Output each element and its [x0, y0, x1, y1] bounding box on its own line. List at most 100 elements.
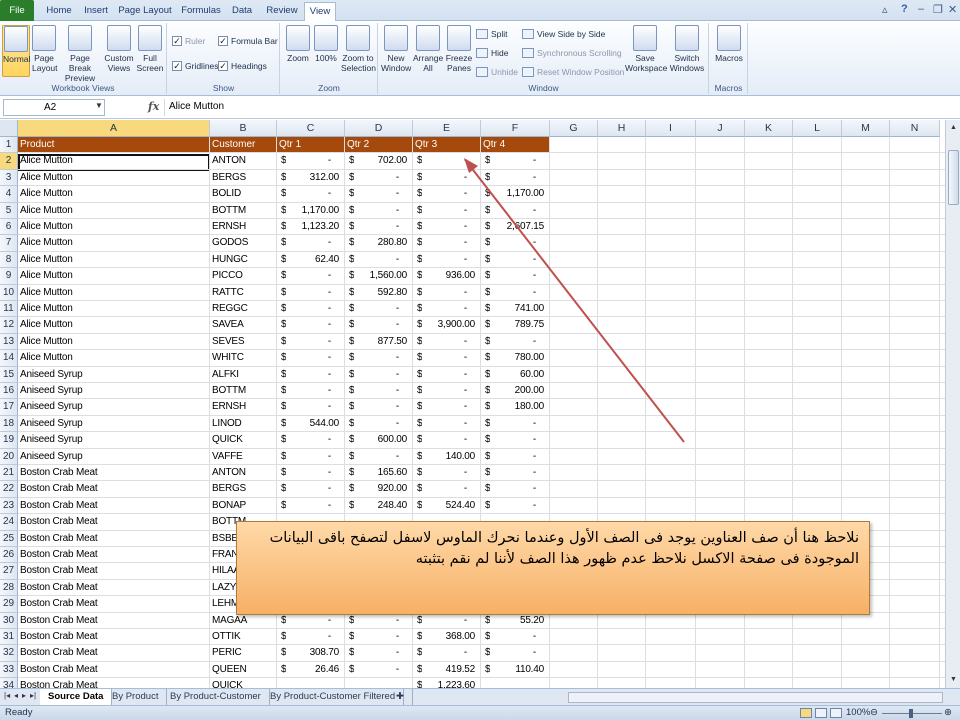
table-cell[interactable]: -	[413, 235, 467, 251]
first-sheet-icon[interactable]: |◂	[4, 691, 10, 700]
table-cell[interactable]: Boston Crab Meat	[20, 563, 209, 579]
tab-file[interactable]: File	[0, 0, 34, 21]
table-cell[interactable]: -	[345, 416, 399, 432]
table-cell[interactable]: -	[481, 235, 536, 251]
row-header-21[interactable]: 21	[0, 465, 18, 482]
table-cell[interactable]: -	[413, 285, 467, 301]
table-cell[interactable]: -	[481, 449, 536, 465]
column-header-a[interactable]: A	[18, 120, 210, 137]
save-workspace-button[interactable]: Save Workspace	[625, 25, 667, 73]
table-cell[interactable]: Boston Crab Meat	[20, 498, 209, 514]
row-header-12[interactable]: 12	[0, 317, 18, 334]
table-cell[interactable]: PICCO	[212, 268, 276, 284]
row-header-9[interactable]: 9	[0, 268, 18, 285]
close-icon[interactable]: ✕	[948, 3, 957, 16]
table-cell[interactable]: ANTON	[212, 465, 276, 481]
table-cell[interactable]: -	[413, 383, 467, 399]
zoom-level[interactable]: 100%	[846, 707, 870, 718]
table-cell[interactable]: -	[481, 268, 536, 284]
table-cell[interactable]: -	[277, 465, 331, 481]
synchronous-scrolling-button[interactable]: Synchronous Scrolling	[522, 48, 622, 58]
table-cell[interactable]: Aniseed Syrup	[20, 449, 209, 465]
table-cell[interactable]: 140.00	[413, 449, 475, 465]
name-box-dropdown-icon[interactable]: ▼	[95, 101, 103, 110]
table-cell[interactable]: -	[413, 153, 467, 169]
table-cell[interactable]: Aniseed Syrup	[20, 416, 209, 432]
table-cell[interactable]: -	[345, 252, 399, 268]
table-cell[interactable]: Aniseed Syrup	[20, 383, 209, 399]
arrange-all-button[interactable]: Arrange All	[413, 25, 443, 73]
column-header-i[interactable]: I	[646, 120, 696, 137]
table-cell[interactable]: 544.00	[277, 416, 339, 432]
horizontal-scrollbar[interactable]	[568, 692, 943, 703]
table-cell[interactable]: Boston Crab Meat	[20, 481, 209, 497]
table-cell[interactable]: SEVES	[212, 334, 276, 350]
table-cell[interactable]: -	[481, 432, 536, 448]
table-cell[interactable]: -	[277, 334, 331, 350]
table-cell[interactable]: 419.52	[413, 662, 475, 678]
table-cell[interactable]: 780.00	[481, 350, 544, 366]
table-cell[interactable]: ERNSH	[212, 399, 276, 415]
row-header-22[interactable]: 22	[0, 481, 18, 498]
table-cell[interactable]: 1,170.00	[481, 186, 544, 202]
view-side-by-side-button[interactable]: View Side by Side	[522, 29, 605, 39]
switch-windows-button[interactable]: Switch Windows	[667, 25, 707, 73]
gridlines-checkbox[interactable]: ✓ Gridlines	[172, 61, 219, 71]
table-cell[interactable]: -	[413, 170, 467, 186]
normal-view-status-icon[interactable]	[800, 708, 812, 718]
table-cell[interactable]: 26.46	[277, 662, 339, 678]
table-cell[interactable]: Boston Crab Meat	[20, 514, 209, 530]
table-cell[interactable]: GODOS	[212, 235, 276, 251]
table-cell[interactable]: Alice Mutton	[20, 285, 209, 301]
table-cell[interactable]: -	[413, 219, 467, 235]
headings-checkbox[interactable]: ✓ Headings	[218, 61, 267, 71]
row-header-27[interactable]: 27	[0, 563, 18, 580]
row-header-6[interactable]: 6	[0, 219, 18, 236]
page-break-status-icon[interactable]	[830, 708, 842, 718]
formula-bar-checkbox[interactable]: ✓ Formula Bar	[218, 36, 278, 46]
table-cell[interactable]: 248.40	[345, 498, 407, 514]
table-cell[interactable]: -	[481, 153, 536, 169]
table-cell[interactable]: -	[277, 399, 331, 415]
tab-review[interactable]: Review	[262, 2, 302, 21]
table-cell[interactable]: -	[345, 383, 399, 399]
table-cell[interactable]: 368.00	[413, 629, 475, 645]
table-cell[interactable]: Alice Mutton	[20, 334, 209, 350]
table-cell[interactable]: Boston Crab Meat	[20, 596, 209, 612]
table-cell[interactable]: 312.00	[277, 170, 339, 186]
table-cell[interactable]: 1,223.60	[413, 678, 475, 688]
row-header-16[interactable]: 16	[0, 383, 18, 400]
table-cell[interactable]: -	[413, 481, 467, 497]
row-header-14[interactable]: 14	[0, 350, 18, 367]
table-cell[interactable]: Alice Mutton	[20, 153, 209, 169]
row-header-5[interactable]: 5	[0, 202, 18, 219]
table-cell[interactable]: -	[481, 498, 536, 514]
table-cell[interactable]: -	[345, 317, 399, 333]
table-cell[interactable]: -	[413, 465, 467, 481]
table-cell[interactable]: -	[413, 203, 467, 219]
column-header-e[interactable]: E	[413, 120, 481, 137]
zoom-out-icon[interactable]: ⊖	[870, 707, 878, 718]
table-cell[interactable]: -	[413, 399, 467, 415]
table-cell[interactable]: 877.50	[345, 334, 407, 350]
zoom-to-selection-button[interactable]: Zoom to Selection	[341, 25, 376, 73]
next-sheet-icon[interactable]: ▸	[22, 691, 26, 700]
table-cell[interactable]: -	[345, 399, 399, 415]
hide-button[interactable]: Hide	[476, 48, 508, 58]
table-cell[interactable]: -	[277, 235, 331, 251]
table-cell[interactable]: -	[413, 416, 467, 432]
zoom-100-button[interactable]: 100%	[313, 25, 339, 63]
table-cell[interactable]: 1,560.00	[345, 268, 407, 284]
table-cell[interactable]: -	[345, 203, 399, 219]
row-header-15[interactable]: 15	[0, 366, 18, 383]
table-cell[interactable]: Alice Mutton	[20, 219, 209, 235]
row-header-13[interactable]: 13	[0, 333, 18, 351]
table-cell[interactable]: -	[413, 334, 467, 350]
unhide-button[interactable]: Unhide	[476, 67, 518, 77]
table-cell[interactable]: -	[345, 219, 399, 235]
tab-home[interactable]: Home	[40, 2, 78, 21]
table-cell[interactable]: VAFFE	[212, 449, 276, 465]
row-header-11[interactable]: 11	[0, 301, 18, 318]
table-cell[interactable]: -	[345, 449, 399, 465]
row-header-31[interactable]: 31	[0, 629, 18, 646]
